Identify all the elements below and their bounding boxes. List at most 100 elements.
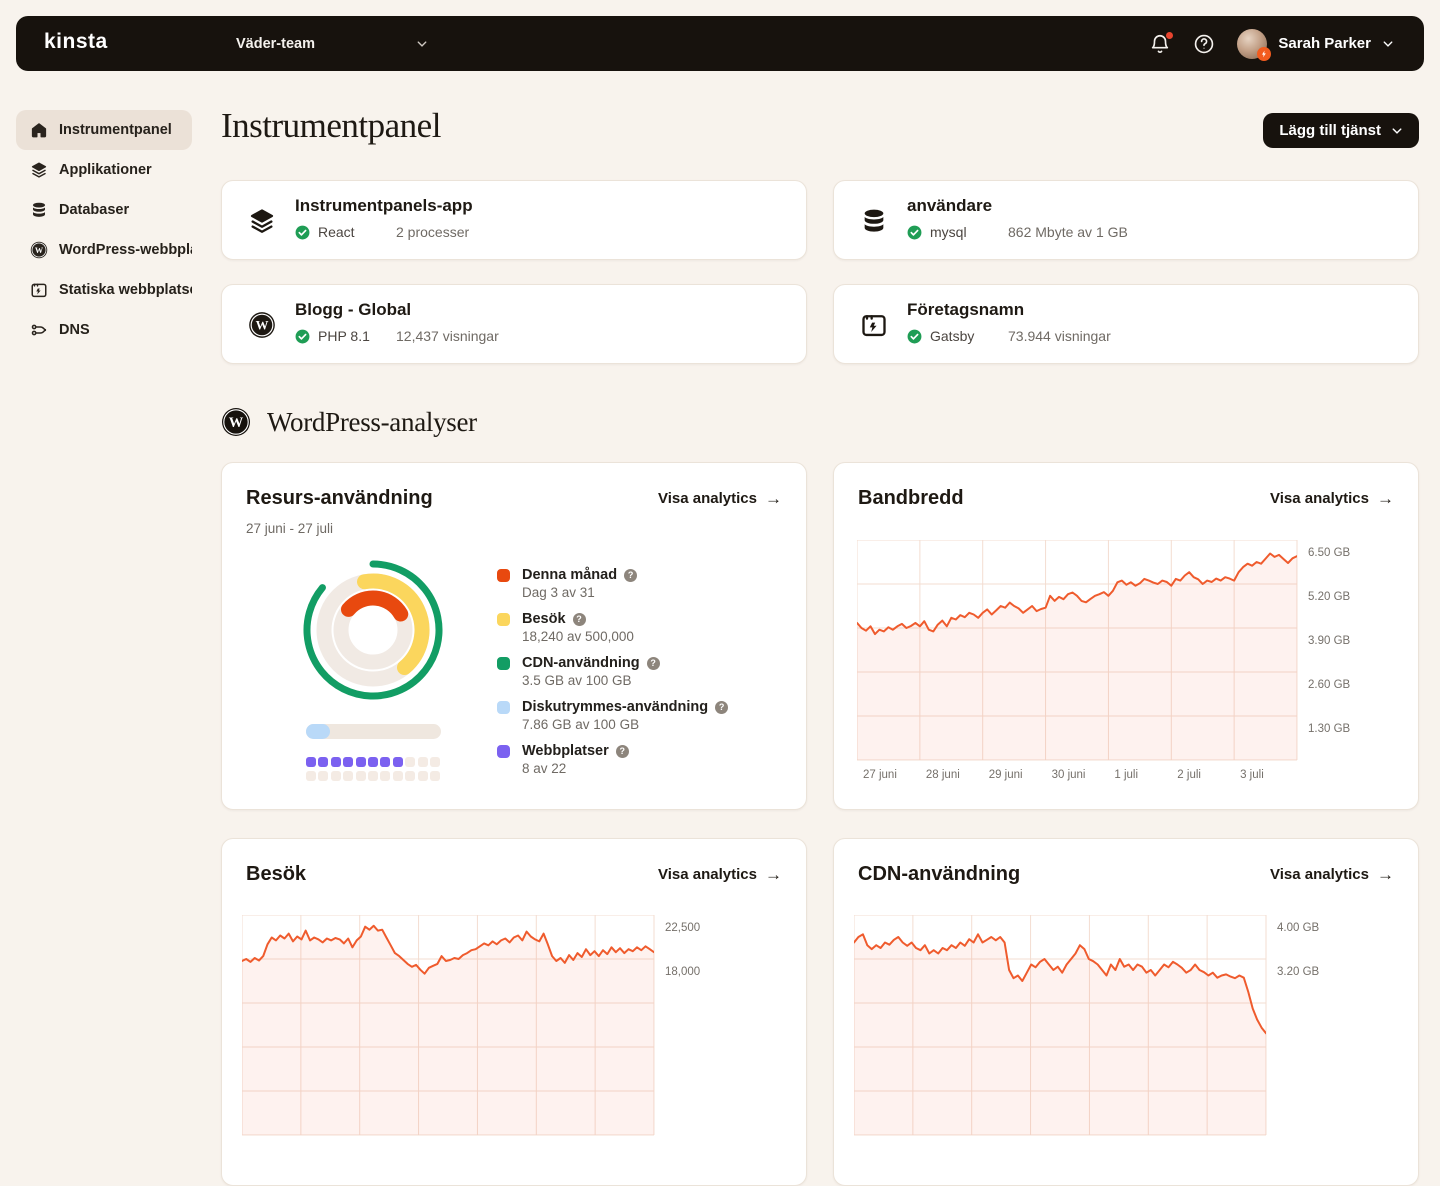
help-tooltip-icon[interactable]: ?	[647, 657, 660, 670]
legend-label: Webbplatser	[522, 743, 609, 759]
status-detail: 73.944 visningar	[1008, 328, 1111, 344]
card-title: CDN-användning	[858, 863, 1020, 886]
service-title: användare	[907, 196, 992, 216]
legend-value: 18,240 av 500,000	[522, 629, 787, 644]
svg-text:2.60 GB: 2.60 GB	[1308, 679, 1351, 691]
svg-text:4.00 GB: 4.00 GB	[1277, 922, 1320, 934]
legend-swatch	[497, 613, 510, 626]
website-square-free	[418, 757, 428, 767]
status-detail: 2 processer	[396, 224, 469, 240]
main-content: Instrumentpanel Lägg till tjänst Instrum…	[221, 106, 1419, 1186]
svg-text:30 juni: 30 juni	[1052, 769, 1086, 781]
layers-icon	[248, 207, 276, 235]
legend-label: Diskutrymmes-användning	[522, 699, 708, 715]
notification-dot	[1166, 32, 1173, 39]
check-icon	[295, 225, 310, 240]
svg-text:3.90 GB: 3.90 GB	[1308, 635, 1351, 647]
check-icon	[295, 329, 310, 344]
add-service-label: Lägg till tjänst	[1279, 122, 1381, 139]
website-square-used	[318, 757, 328, 767]
service-card-blogg-global[interactable]: WBlogg - GlobalPHP 8.112,437 visningar	[221, 284, 807, 364]
team-selector[interactable]: Väder-team	[236, 16, 428, 71]
svg-text:3 juli: 3 juli	[1240, 769, 1264, 781]
bandwidth-chart: 6.50 GB5.20 GB3.90 GB2.60 GB1.30 GB27 ju…	[857, 540, 1379, 790]
bolt-badge-icon	[1257, 47, 1271, 61]
add-service-button[interactable]: Lägg till tjänst	[1263, 113, 1419, 148]
team-selector-label: Väder-team	[236, 36, 315, 52]
help-tooltip-icon[interactable]: ?	[616, 745, 629, 758]
disk-usage-bar-fill	[306, 724, 330, 739]
help-tooltip-icon[interactable]: ?	[573, 613, 586, 626]
view-analytics-link[interactable]: Visa analytics→	[658, 490, 782, 507]
view-analytics-link[interactable]: Visa analytics→	[1270, 490, 1394, 507]
website-square-used	[343, 757, 353, 767]
resource-legend: Denna månad?Dag 3 av 31Besök?18,240 av 5…	[497, 567, 787, 787]
legend-swatch	[497, 657, 510, 670]
legend-label: CDN-användning	[522, 655, 640, 671]
sidebar-item-label: Instrumentpanel	[59, 122, 172, 138]
website-square-free	[306, 771, 316, 781]
top-nav: kinsta Väder-team Sarah Parker	[16, 16, 1424, 71]
sidebar-item-applikationer[interactable]: Applikationer	[16, 150, 192, 190]
website-square-used	[331, 757, 341, 767]
check-icon	[907, 225, 922, 240]
check-icon	[907, 329, 922, 344]
chevron-down-icon	[1391, 125, 1403, 137]
wordpress-icon: W	[248, 311, 276, 339]
website-square-free	[331, 771, 341, 781]
service-title: Företagsnamn	[907, 300, 1024, 320]
svg-text:27 juni: 27 juni	[863, 769, 897, 781]
status-label: React	[318, 224, 376, 240]
service-card-f-retagsnamn[interactable]: Företagsnamn Gatsby73.944 visningar	[833, 284, 1419, 364]
svg-text:29 juni: 29 juni	[989, 769, 1023, 781]
svg-text:1.30 GB: 1.30 GB	[1308, 723, 1351, 735]
website-square-used	[356, 757, 366, 767]
sidebar-item-dns[interactable]: DNS	[16, 310, 192, 350]
help-tooltip-icon[interactable]: ?	[715, 701, 728, 714]
sidebar-item-statiska-webbplatser[interactable]: Statiska webbplatser	[16, 270, 192, 310]
svg-text:18,000: 18,000	[665, 966, 700, 978]
dns-icon	[30, 321, 48, 339]
svg-text:28 juni: 28 juni	[926, 769, 960, 781]
resource-donut-chart	[298, 555, 448, 705]
website-square-free	[430, 757, 440, 767]
view-analytics-link[interactable]: Visa analytics→	[658, 866, 782, 883]
help-tooltip-icon[interactable]: ?	[624, 569, 637, 582]
sidebar-item-databaser[interactable]: Databaser	[16, 190, 192, 230]
notifications-button[interactable]	[1149, 33, 1171, 55]
kinsta-logo[interactable]: kinsta	[44, 30, 108, 54]
website-square-free	[418, 771, 428, 781]
static-site-icon	[860, 311, 888, 339]
service-status: Gatsby73.944 visningar	[907, 328, 1111, 344]
sidebar-item-wordpress-webbplatser[interactable]: WWordPress-webbplatser	[16, 230, 192, 270]
website-square-free	[380, 771, 390, 781]
service-card-instrumentpanels-app[interactable]: Instrumentpanels-appReact2 processer	[221, 180, 807, 260]
svg-text:6.50 GB: 6.50 GB	[1308, 547, 1351, 559]
section-title: WordPress-analyser	[267, 407, 477, 438]
website-square-free	[343, 771, 353, 781]
websites-squares	[306, 757, 440, 781]
user-menu[interactable]: Sarah Parker	[1237, 29, 1394, 59]
legend-item-denna-m-nad: Denna månad?Dag 3 av 31	[497, 567, 787, 597]
website-square-used	[368, 757, 378, 767]
card-title: Resurs-användning	[246, 487, 433, 510]
legend-swatch	[497, 569, 510, 582]
sidebar: Instrumentpanel Applikationer DatabaserWWo…	[16, 110, 192, 350]
status-detail: 862 Mbyte av 1 GB	[1008, 224, 1128, 240]
website-square-free	[356, 771, 366, 781]
wordpress-icon: W	[221, 407, 251, 437]
arrow-right-icon: →	[765, 866, 782, 883]
svg-text:W: W	[256, 319, 269, 333]
legend-swatch	[497, 745, 510, 758]
sidebar-item-label: DNS	[59, 322, 90, 338]
avatar	[1237, 29, 1267, 59]
sidebar-item-label: Applikationer	[59, 162, 152, 178]
legend-item-bes-k: Besök?18,240 av 500,000	[497, 611, 787, 641]
sidebar-item-instrumentpanel[interactable]: Instrumentpanel	[16, 110, 192, 150]
status-detail: 12,437 visningar	[396, 328, 499, 344]
service-card-anv-ndare[interactable]: användaremysql862 Mbyte av 1 GB	[833, 180, 1419, 260]
view-analytics-link[interactable]: Visa analytics→	[1270, 866, 1394, 883]
help-icon	[1193, 33, 1215, 55]
arrow-right-icon: →	[1377, 490, 1394, 507]
help-button[interactable]	[1193, 33, 1215, 55]
